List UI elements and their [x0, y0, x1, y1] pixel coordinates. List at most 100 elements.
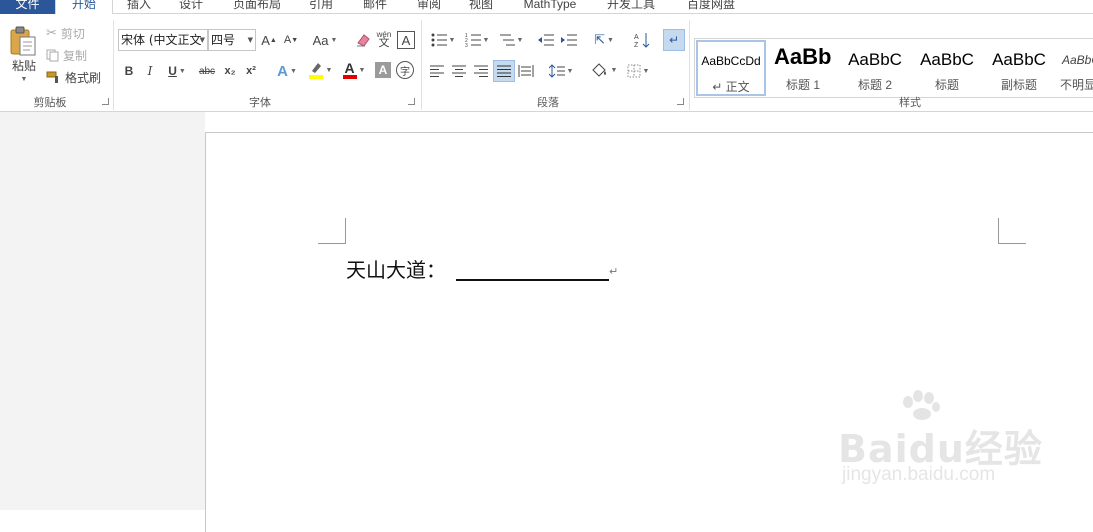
tab-developer[interactable]: 开发工具 [596, 0, 666, 14]
style-heading-2[interactable]: AaBbC 标题 2 [840, 40, 910, 96]
shrink-font-icon[interactable]: A ▼ [282, 31, 300, 49]
cut-button[interactable]: ✂ 剪切 [46, 24, 85, 42]
style-subtle-emphasis[interactable]: AaBbC 不明显 [1056, 40, 1093, 96]
italic-button[interactable]: I [142, 62, 158, 80]
superscript-button[interactable]: x² [243, 62, 259, 80]
font-color-icon: A [342, 60, 357, 79]
tab-design[interactable]: 设计 [166, 0, 216, 14]
chinese-layout-icon: ⇱ [594, 32, 605, 47]
navigation-pane-background [0, 112, 205, 510]
tab-home[interactable]: 开始 [55, 0, 113, 15]
tab-insert[interactable]: 插入 [114, 0, 164, 14]
clear-formatting-icon[interactable] [354, 30, 372, 50]
style-preview: AaBbC [1062, 53, 1093, 67]
tab-layout[interactable]: 页面布局 [222, 0, 292, 14]
font-size-combo[interactable]: 四号 ▼ [208, 29, 256, 51]
font-color-button[interactable]: A ▼ [340, 60, 368, 80]
style-normal[interactable]: AaBbCcDd ↵ 正文 [696, 40, 766, 96]
borders-button[interactable]: ▼ [623, 61, 653, 81]
align-left-icon[interactable] [428, 62, 446, 80]
distributed-align-icon[interactable] [517, 62, 535, 80]
watermark-url: jingyan.baidu.com [842, 464, 996, 485]
copy-button[interactable]: 复制 [46, 46, 87, 64]
sort-icon[interactable]: AZ [633, 30, 651, 50]
increase-indent-icon[interactable] [560, 30, 578, 50]
align-right-icon[interactable] [472, 62, 490, 80]
decrease-indent-icon[interactable] [537, 30, 555, 50]
line-spacing-button[interactable]: ▼ [546, 61, 576, 81]
tab-review[interactable]: 审阅 [404, 0, 454, 14]
font-name-dropdown-icon[interactable]: ▼ [200, 30, 205, 50]
grow-font-icon[interactable]: A ▲ [260, 31, 278, 49]
underline-button[interactable]: U ▼ [164, 62, 190, 80]
font-name-combo[interactable]: 宋体 (中文正文 ▼ [118, 29, 208, 51]
styles-group-label: 样式 [899, 97, 921, 109]
font-group-label: 字体 [249, 97, 271, 109]
multilevel-list-button[interactable]: ▼ [496, 30, 526, 50]
tab-mailings[interactable]: 邮件 [350, 0, 400, 14]
shading-button[interactable]: ▼ [589, 60, 619, 80]
style-subtitle[interactable]: AaBbC 副标题 [984, 40, 1054, 96]
clipboard-group-label: 剪贴板 [33, 97, 67, 109]
copy-label: 复制 [63, 48, 88, 63]
baidu-watermark: Baidu经验 jingyan.baidu.com [838, 390, 1048, 500]
paste-dropdown-icon[interactable]: ▼ [15, 74, 31, 84]
show-hide-marks-icon[interactable]: ↵ [663, 29, 685, 51]
tab-view[interactable]: 视图 [456, 0, 506, 14]
format-painter-label: 格式刷 [65, 70, 102, 85]
style-preview: AaBbC [848, 50, 902, 69]
enclose-characters-icon[interactable]: 字 [396, 61, 414, 79]
style-name: 标题 2 [857, 78, 892, 92]
phonetic-guide-icon[interactable]: wén 文 [375, 28, 393, 50]
document-text[interactable]: 天山大道： [346, 258, 446, 282]
style-preview: AaBb [774, 44, 832, 69]
align-center-icon[interactable] [450, 62, 468, 80]
format-painter-button[interactable]: 格式刷 [46, 68, 101, 86]
strikethrough-button[interactable]: abc [196, 62, 218, 80]
clipboard-launcher-icon[interactable] [102, 98, 109, 105]
character-border-icon[interactable]: A [397, 31, 415, 49]
style-name: 标题 1 [785, 78, 820, 92]
style-preview: AaBbC [992, 50, 1046, 69]
style-heading-1[interactable]: AaBb 标题 1 [768, 40, 838, 96]
group-divider [421, 20, 422, 110]
svg-text:A: A [634, 34, 639, 41]
text-effects-button[interactable]: A ▼ [274, 62, 300, 80]
chinese-layout-button[interactable]: ⇱ ▼ [590, 30, 618, 50]
change-case-button[interactable]: Aa ▼ [310, 31, 340, 49]
paste-icon[interactable] [6, 24, 40, 58]
paste-button[interactable]: 粘贴 [8, 57, 40, 73]
group-divider [689, 20, 690, 110]
phonetic-char: 文 [378, 37, 390, 49]
borders-icon [627, 64, 641, 78]
numbering-button[interactable]: 1 2 3 ▼ [462, 30, 492, 50]
tab-file[interactable]: 文件 [0, 0, 55, 14]
ribbon: 粘贴 ▼ ✂ 剪切 复制 格式刷 剪贴板 宋体 (中文正文 ▼ 四号 ▼ A ▲ … [0, 14, 1093, 112]
copy-icon [46, 49, 59, 62]
font-size-dropdown-icon[interactable]: ▼ [248, 30, 253, 50]
ribbon-tabs: 文件 开始 插入 设计 页面布局 引用 邮件 审阅 视图 MathType 开发… [0, 0, 1093, 15]
style-preview: AaBbCcDd [701, 54, 761, 68]
bold-button[interactable]: B [121, 62, 137, 80]
svg-text:3: 3 [465, 43, 468, 47]
highlight-button[interactable]: ▼ [306, 60, 334, 80]
style-name: ↵ 正文 [712, 80, 750, 94]
style-preview: AaBbC [920, 50, 974, 69]
tab-baidu-netdisk[interactable]: 百度网盘 [676, 0, 746, 14]
cut-label: 剪切 [60, 26, 85, 41]
tab-references[interactable]: 引用 [298, 0, 344, 14]
justify-icon[interactable] [493, 60, 515, 82]
subscript-button[interactable]: x₂ [222, 62, 238, 80]
fill-in-underline[interactable] [456, 279, 609, 281]
font-launcher-icon[interactable] [408, 98, 415, 105]
paragraph-launcher-icon[interactable] [677, 98, 684, 105]
paint-bucket-icon [591, 62, 609, 78]
group-divider [113, 20, 114, 110]
tab-mathtype[interactable]: MathType [512, 0, 588, 14]
character-shading-icon[interactable]: A [375, 62, 391, 78]
numbering-icon: 123 [465, 33, 481, 47]
paw-icon [903, 390, 940, 420]
paragraph-group-label: 段落 [537, 97, 559, 109]
bullets-button[interactable]: ▼ [428, 30, 458, 50]
style-title[interactable]: AaBbC 标题 [912, 40, 982, 96]
